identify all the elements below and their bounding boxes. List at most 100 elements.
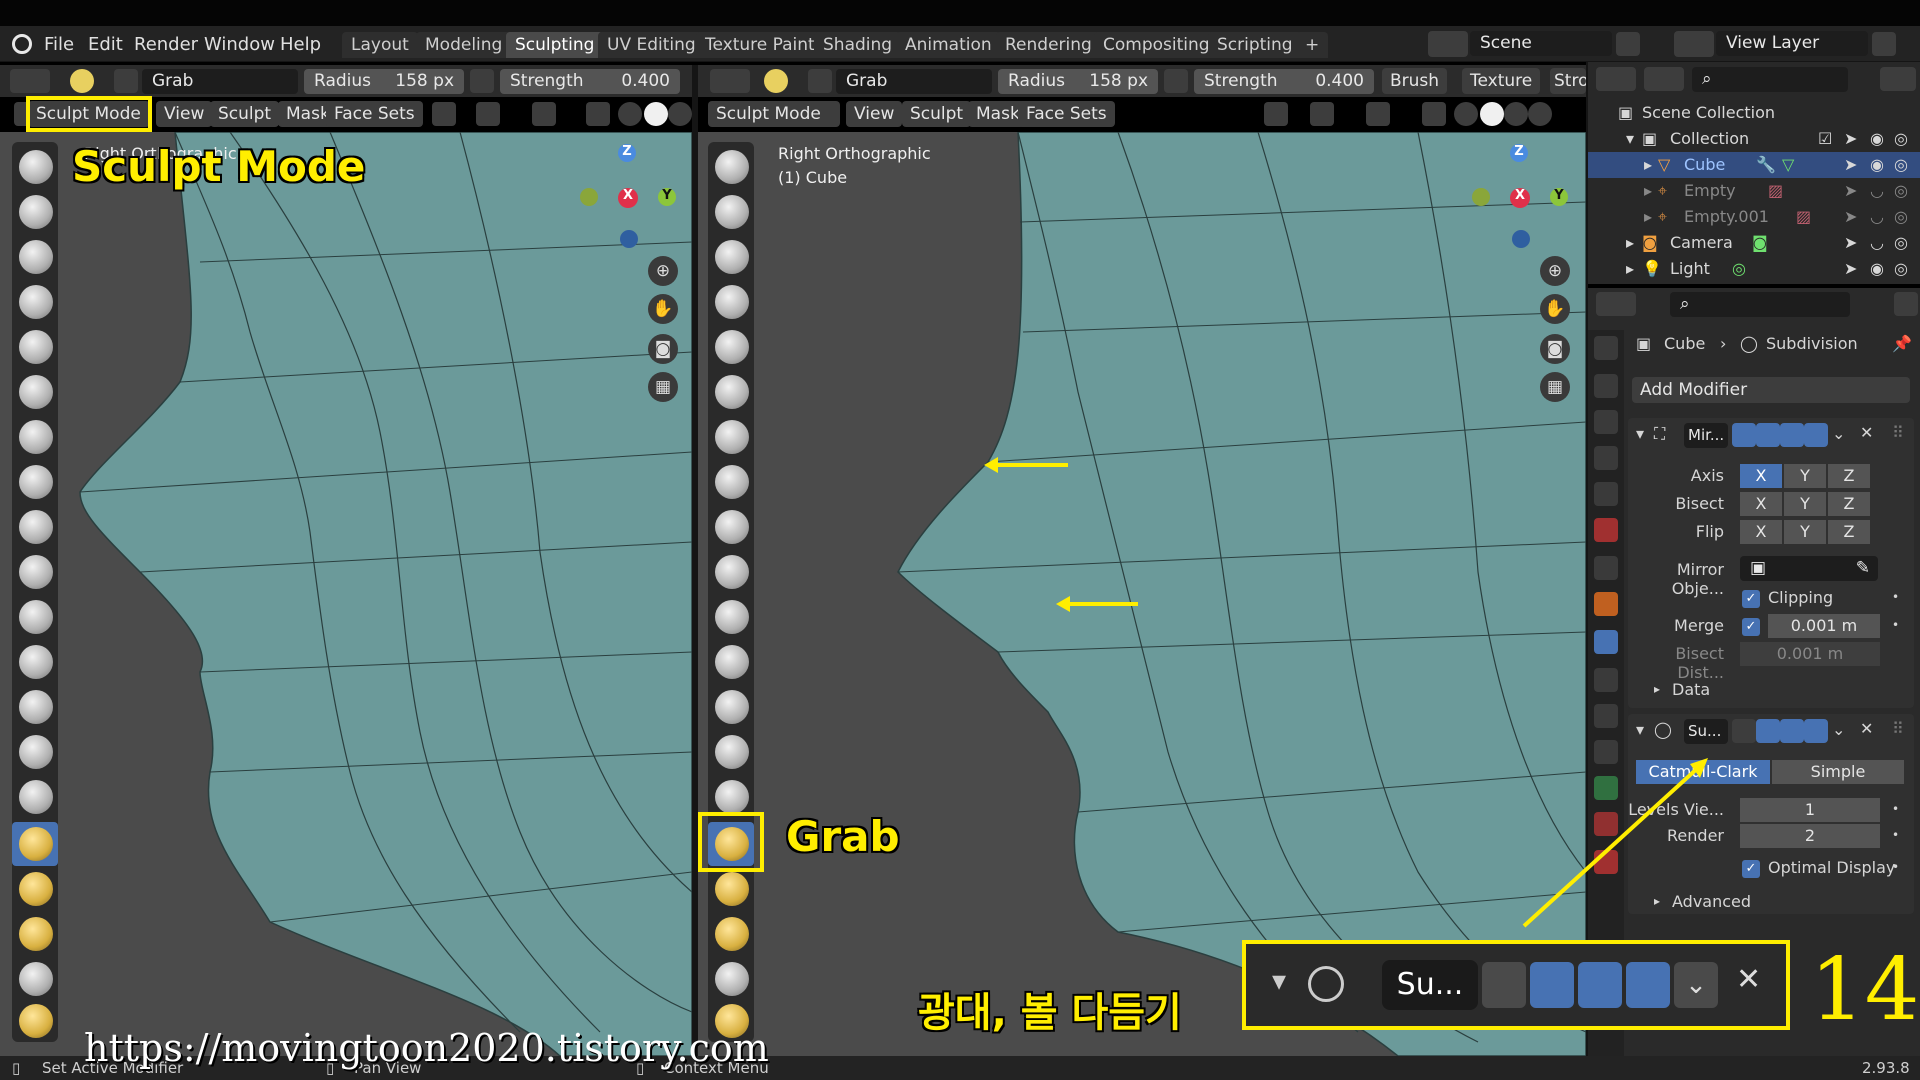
right-menu-sculpt[interactable]: Sculpt	[902, 101, 972, 127]
subdivision-name-field[interactable]: Su...	[1684, 719, 1728, 744]
inflate-brush-icon[interactable]	[19, 420, 53, 454]
viewport-toggle-icon[interactable]	[1780, 719, 1804, 743]
radius-pen-pressure-icon[interactable]	[470, 69, 494, 93]
gizmo-neg-y-axis[interactable]	[580, 188, 598, 206]
outliner-row-empty[interactable]: ▸ ⌖ Empty ▨ ➤ ◡ ◎	[1588, 178, 1920, 204]
keyframe-dot-icon[interactable]: •	[1892, 860, 1899, 874]
expand-arrow-icon[interactable]: ▸	[1626, 233, 1634, 252]
mirror-name-field[interactable]: Mir...	[1684, 423, 1728, 448]
right-editor-type-icon[interactable]	[710, 69, 750, 93]
right-multires-brush-icon[interactable]	[715, 735, 749, 769]
right-thumb-brush-icon[interactable]	[715, 962, 749, 996]
cage-toggle-icon[interactable]	[1756, 719, 1780, 743]
flatten-brush-icon[interactable]	[19, 600, 53, 634]
bisect-distance-field[interactable]: 0.001 m	[1740, 642, 1880, 666]
outliner-filter-icon[interactable]	[1880, 67, 1916, 91]
draw-sharp-brush-icon[interactable]	[19, 195, 53, 229]
view-layer-field[interactable]: View Layer	[1716, 31, 1868, 56]
render-camera-icon[interactable]: ◎	[1894, 155, 1908, 174]
outliner-row-scene-collection[interactable]: ▣ Scene Collection	[1588, 100, 1920, 126]
right-gizmo-neg-z-axis[interactable]	[1512, 230, 1530, 248]
eye-icon[interactable]: ◉	[1870, 129, 1884, 148]
axis-y-toggle[interactable]: Y	[1784, 464, 1826, 488]
close-icon[interactable]: ✕	[1860, 423, 1873, 442]
cage-toggle-icon[interactable]	[1756, 423, 1780, 447]
chevron-down-icon[interactable]: ▾	[1626, 129, 1634, 148]
right-brush-name-field[interactable]: Grab	[836, 69, 992, 94]
flip-x-toggle[interactable]: X	[1740, 520, 1782, 544]
snake-hook-brush-icon[interactable]	[19, 917, 53, 951]
eye-closed-icon[interactable]: ◡	[1870, 233, 1884, 252]
gizmo-neg-z-axis[interactable]	[620, 230, 638, 248]
right-menu-face-sets[interactable]: Face Sets	[1018, 101, 1115, 127]
render-levels-field[interactable]: 2	[1740, 824, 1880, 848]
right-viewport[interactable]: Right Orthographic (1) Cube Z X Y ⊕ ✋ ◙ …	[698, 132, 1586, 1056]
right-smooth-brush-icon[interactable]	[715, 555, 749, 589]
keyframe-dot-icon[interactable]: •	[1892, 590, 1899, 604]
render-camera-icon[interactable]: ◎	[1894, 129, 1908, 148]
modifier-tab-icon[interactable]	[1594, 630, 1618, 654]
eye-icon[interactable]: ◉	[1870, 155, 1884, 174]
right-material-shading-icon[interactable]	[1504, 102, 1528, 126]
levels-viewport-field[interactable]: 1	[1740, 798, 1880, 822]
bisect-z-toggle[interactable]: Z	[1828, 492, 1870, 516]
menu-render[interactable]: Render	[134, 34, 198, 55]
axis-x-toggle[interactable]: X	[1740, 464, 1782, 488]
right-visibility-icon[interactable]	[1264, 102, 1288, 126]
right-pan-hand-icon[interactable]: ✋	[1540, 294, 1570, 324]
blob-brush-icon[interactable]	[19, 465, 53, 499]
right-solid-shading-icon[interactable]	[1480, 102, 1504, 126]
tool-tab-icon[interactable]	[1594, 336, 1618, 360]
pinch-brush-icon[interactable]	[19, 780, 53, 814]
right-wireframe-shading-icon[interactable]	[1454, 102, 1478, 126]
add-modifier-dropdown[interactable]: Add Modifier	[1632, 377, 1910, 403]
expand-arrow-icon[interactable]: ▸	[1644, 207, 1652, 226]
pose-brush-icon[interactable]	[19, 1004, 53, 1038]
right-menu-view[interactable]: View	[846, 101, 903, 127]
gizmo-y-axis[interactable]: Y	[658, 188, 676, 206]
tab-texture-paint[interactable]: Texture Paint	[696, 32, 824, 58]
right-gizmo-y-axis[interactable]: Y	[1550, 188, 1568, 206]
right-crease-brush-icon[interactable]	[715, 510, 749, 544]
outliner-row-camera[interactable]: ▸ ◙ Camera ◙ ➤ ◡ ◎	[1588, 230, 1920, 256]
expand-arrow-icon[interactable]: ▸	[1654, 682, 1660, 696]
physics-tab-icon[interactable]	[1594, 704, 1618, 728]
right-layer-brush-icon[interactable]	[715, 375, 749, 409]
crease-brush-icon[interactable]	[19, 510, 53, 544]
edit-mode-toggle-icon[interactable]	[1732, 719, 1756, 743]
drag-handle-icon[interactable]: ⠿	[1892, 719, 1904, 738]
tab-rendering[interactable]: Rendering	[996, 32, 1101, 58]
right-elastic-deform-brush-icon[interactable]	[715, 872, 749, 906]
clay-thumb-brush-icon[interactable]	[19, 330, 53, 364]
eyedropper-icon[interactable]: ✎	[1856, 558, 1870, 578]
solid-shading-icon[interactable]	[644, 102, 668, 126]
outliner-search-input[interactable]: ⌕	[1692, 67, 1848, 92]
right-brush-datablock-icon[interactable]	[808, 69, 832, 93]
material-shading-icon[interactable]	[668, 102, 692, 126]
multires-displacement-brush-icon[interactable]	[19, 735, 53, 769]
bisect-y-toggle[interactable]: Y	[1784, 492, 1826, 516]
right-scrape-brush-icon[interactable]	[715, 690, 749, 724]
left-viewport[interactable]: Right Orthographic Z X Y ⊕ ✋ ◙ ▦	[0, 132, 692, 1056]
select-arrow-icon[interactable]: ➤	[1844, 207, 1857, 226]
render-camera-icon[interactable]: ◎	[1894, 233, 1908, 252]
texture-menu[interactable]: Texture	[1462, 68, 1541, 94]
tab-layout[interactable]: Layout	[342, 32, 418, 58]
xray-toggle-icon[interactable]	[586, 102, 610, 126]
brush-menu[interactable]: Brush	[1382, 68, 1448, 94]
right-mode-dropdown[interactable]: Sculpt Mode	[708, 101, 840, 127]
select-arrow-icon[interactable]: ➤	[1844, 129, 1857, 148]
view-layer-tab-icon[interactable]	[1594, 446, 1618, 470]
right-inflate-brush-icon[interactable]	[715, 420, 749, 454]
right-radius-field[interactable]: Radius 158 px	[998, 69, 1158, 94]
collection-checkbox[interactable]: ☑	[1818, 129, 1832, 148]
render-toggle-icon[interactable]	[1804, 719, 1828, 743]
right-gizmo-toggle-icon[interactable]	[1310, 102, 1334, 126]
world-tab-icon[interactable]	[1594, 518, 1618, 542]
render-toggle-icon[interactable]	[1804, 423, 1828, 447]
gizmo-z-axis[interactable]: Z	[618, 144, 636, 162]
menu-window[interactable]: Window	[204, 34, 275, 55]
pin-icon[interactable]: 📌	[1892, 334, 1912, 353]
strength-field[interactable]: Strength 0.400	[500, 69, 680, 94]
clay-strips-brush-icon[interactable]	[19, 285, 53, 319]
